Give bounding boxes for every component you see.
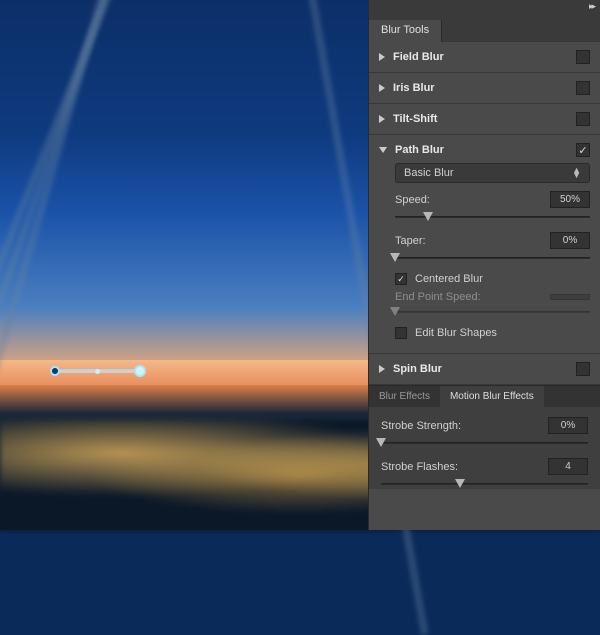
dropdown-arrows-icon: ▲▼ <box>572 168 581 178</box>
section-field-blur[interactable]: Field Blur <box>369 42 600 73</box>
end-point-speed-control: End Point Speed: <box>395 291 590 317</box>
strobe-strength-thumb[interactable] <box>376 438 386 447</box>
path-blur-label: Path Blur <box>395 144 444 156</box>
strobe-strength-slider[interactable] <box>381 438 588 448</box>
strobe-strength-value[interactable]: 0% <box>548 417 588 434</box>
path-blur-mode-dropdown[interactable]: Basic Blur ▲▼ <box>395 163 590 183</box>
speed-control: Speed: 50% <box>395 191 590 222</box>
section-iris-blur[interactable]: Iris Blur <box>369 73 600 104</box>
strobe-strength-control: Strobe Strength: 0% <box>381 417 588 448</box>
centered-blur-checkbox[interactable] <box>395 273 407 285</box>
taper-label: Taper: <box>395 235 426 247</box>
disclosure-right-icon <box>379 53 385 61</box>
centered-blur-option[interactable]: Centered Blur <box>395 273 590 285</box>
edit-blur-shapes-option[interactable]: Edit Blur Shapes <box>395 327 590 339</box>
end-point-speed-slider <box>395 307 590 317</box>
strobe-flashes-value[interactable]: 4 <box>548 458 588 475</box>
blur-path-start-node[interactable] <box>50 366 60 376</box>
path-blur-checkbox[interactable] <box>576 143 590 157</box>
blur-path-end-node[interactable] <box>134 365 146 377</box>
disclosure-down-icon <box>379 147 387 153</box>
blur-path-mid-node[interactable] <box>95 369 100 374</box>
speed-slider[interactable] <box>395 212 590 222</box>
tab-motion-blur-effects[interactable]: Motion Blur Effects <box>440 386 544 407</box>
end-point-speed-thumb <box>390 307 400 316</box>
disclosure-right-icon <box>379 365 385 373</box>
taper-value-input[interactable]: 0% <box>550 232 590 249</box>
panel-header: ▸▸ <box>369 0 600 20</box>
strobe-flashes-control: Strobe Flashes: 4 <box>381 458 588 489</box>
effects-subpanel: Blur Effects Motion Blur Effects Strobe … <box>369 385 600 489</box>
strobe-flashes-label: Strobe Flashes: <box>381 461 458 473</box>
spin-blur-label: Spin Blur <box>393 363 442 375</box>
taper-slider[interactable] <box>395 253 590 263</box>
speed-label: Speed: <box>395 194 430 206</box>
edit-blur-shapes-label: Edit Blur Shapes <box>415 327 497 339</box>
section-spin-blur[interactable]: Spin Blur <box>369 354 600 385</box>
tab-blur-tools[interactable]: Blur Tools <box>369 20 442 42</box>
disclosure-right-icon <box>379 115 385 123</box>
collapse-panel-icon[interactable]: ▸▸ <box>589 1 594 11</box>
taper-control: Taper: 0% <box>395 232 590 263</box>
edit-blur-shapes-checkbox[interactable] <box>395 327 407 339</box>
disclosure-right-icon <box>379 84 385 92</box>
tilt-shift-label: Tilt-Shift <box>393 113 437 125</box>
section-tilt-shift[interactable]: Tilt-Shift <box>369 104 600 135</box>
end-point-speed-label: End Point Speed: <box>395 291 481 303</box>
field-blur-label: Field Blur <box>393 51 444 63</box>
strobe-flashes-slider[interactable] <box>381 479 588 489</box>
speed-value-input[interactable]: 50% <box>550 191 590 208</box>
spin-blur-checkbox[interactable] <box>576 362 590 376</box>
panel-tabs: Blur Tools <box>369 20 600 42</box>
iris-blur-checkbox[interactable] <box>576 81 590 95</box>
tilt-shift-checkbox[interactable] <box>576 112 590 126</box>
strobe-strength-label: Strobe Strength: <box>381 420 461 432</box>
taper-slider-thumb[interactable] <box>390 253 400 262</box>
path-blur-header[interactable]: Path Blur <box>379 144 444 156</box>
end-point-speed-value <box>550 294 590 300</box>
speed-slider-thumb[interactable] <box>423 212 433 221</box>
field-blur-checkbox[interactable] <box>576 50 590 64</box>
path-blur-mode-value: Basic Blur <box>404 167 454 179</box>
section-path-blur: Path Blur Basic Blur ▲▼ Speed: 50% <box>369 135 600 354</box>
iris-blur-label: Iris Blur <box>393 82 435 94</box>
strobe-flashes-thumb[interactable] <box>455 479 465 488</box>
blur-tools-panel: ▸▸ Blur Tools Field Blur Iris Blur Tilt-… <box>368 0 600 530</box>
centered-blur-label: Centered Blur <box>415 273 483 285</box>
tab-blur-effects[interactable]: Blur Effects <box>369 386 440 407</box>
